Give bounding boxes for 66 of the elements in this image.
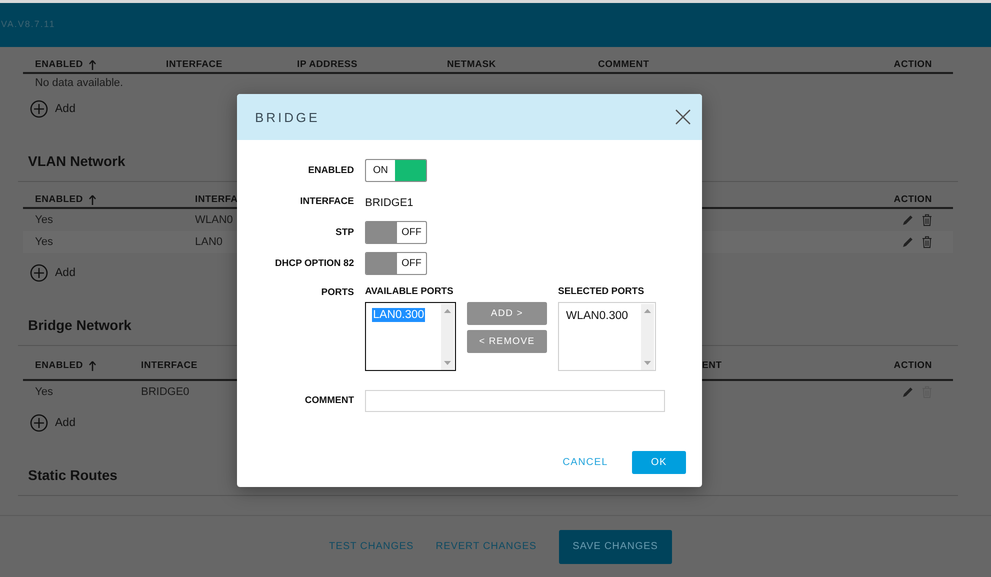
field-label: COMMENT — [304, 395, 354, 406]
column-header: INTERFACE — [141, 360, 198, 371]
field-label: PORTS — [320, 287, 354, 298]
toggle-switch[interactable]: OFF — [365, 252, 427, 275]
plus-circle-icon — [30, 414, 48, 432]
list-label: SELECTED PORTS — [558, 286, 646, 297]
scrollbar-drawing[interactable] — [441, 304, 454, 370]
section-title: Bridge Network — [28, 317, 132, 333]
section-title: Static Routes — [28, 467, 118, 483]
footer-link-button[interactable]: REVERT CHANGES — [436, 541, 537, 552]
field-label: ENABLED — [307, 165, 354, 176]
version-label: VA.V8.7.11 — [1, 19, 56, 29]
table-cell: Yes — [35, 236, 53, 248]
sort-arrow-icon — [89, 60, 96, 70]
sort-arrow-icon — [89, 194, 96, 204]
port-option[interactable]: WLAN0.300 — [565, 309, 630, 323]
column-header[interactable]: ENABLED — [35, 194, 84, 205]
footer-link-button[interactable]: TEST CHANGES — [328, 541, 414, 552]
dialog-title: BRIDGE — [255, 110, 320, 124]
table-cell: BRIDGE0 — [141, 386, 190, 398]
field-value: BRIDGE1 — [365, 196, 414, 208]
add-port-button[interactable]: ADD > — [467, 302, 547, 325]
field-label: INTERFACE — [299, 196, 354, 207]
toggle-switch[interactable]: OFF — [365, 221, 427, 244]
field-label: DHCP OPTION 82 — [274, 258, 354, 269]
column-header: ACTION — [894, 360, 932, 371]
add-button[interactable]: Add — [30, 100, 76, 118]
close-icon[interactable] — [675, 109, 691, 125]
column-header: NETMASK — [447, 59, 496, 70]
table-cell: Yes — [35, 214, 53, 226]
port-listbox[interactable]: WLAN0.300 — [558, 302, 656, 371]
table-cell: Yes — [35, 386, 53, 398]
column-header: ENT — [702, 360, 722, 371]
sort-arrow-icon — [89, 360, 96, 370]
pencil-icon[interactable] — [902, 214, 914, 226]
plus-circle-icon — [30, 264, 48, 282]
column-header[interactable]: ENABLED — [35, 59, 84, 70]
trash-icon[interactable] — [922, 236, 932, 248]
pencil-icon[interactable] — [902, 386, 914, 398]
table-cell: WLAN0 — [195, 214, 233, 226]
plus-circle-icon — [30, 100, 48, 118]
column-header: INTERFA — [195, 194, 238, 205]
column-header: IP ADDRESS — [297, 59, 358, 70]
port-listbox[interactable]: LAN0.300 — [365, 302, 456, 371]
empty-message: No data available. — [35, 77, 124, 89]
scrollbar-drawing[interactable] — [641, 304, 654, 370]
toggle-switch[interactable]: ON — [365, 159, 427, 182]
trash-icon[interactable] — [922, 214, 932, 226]
table-cell: LAN0 — [195, 236, 223, 248]
add-button[interactable]: Add — [30, 414, 76, 432]
pencil-icon[interactable] — [902, 236, 914, 248]
comment-field[interactable] — [365, 390, 665, 412]
cancel-button[interactable]: CANCEL — [562, 457, 608, 468]
port-option[interactable]: LAN0.300 — [372, 308, 426, 322]
remove-port-button[interactable]: < REMOVE — [467, 330, 547, 353]
field-label: STP — [334, 227, 354, 238]
ok-button[interactable]: OK — [632, 451, 686, 474]
column-header: ACTION — [894, 59, 932, 70]
column-header[interactable]: ENABLED — [35, 360, 84, 371]
list-label: AVAILABLE PORTS — [365, 286, 454, 297]
column-header: ACTION — [894, 194, 932, 205]
section-title: VLAN Network — [28, 153, 126, 169]
column-header: INTERFACE — [166, 59, 223, 70]
save-button[interactable]: SAVE CHANGES — [558, 530, 672, 564]
add-button[interactable]: Add — [30, 264, 76, 282]
column-header: COMMENT — [598, 59, 650, 70]
